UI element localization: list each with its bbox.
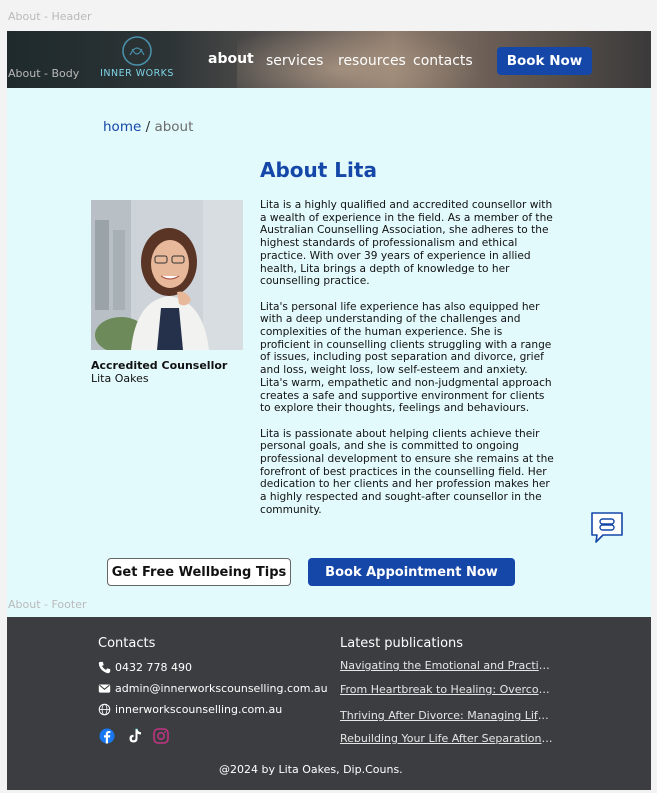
contacts-heading: Contacts <box>98 636 156 651</box>
publication-link[interactable]: Navigating the Emotional and Practical C… <box>340 659 554 672</box>
page-body: home / about About Lita Accredited Couns… <box>7 88 651 617</box>
breadcrumb: home / about <box>103 119 193 135</box>
publication-link[interactable]: From Heartbreak to Healing: Overcoming G… <box>340 683 554 696</box>
bio-paragraph: Lita's personal life experience has also… <box>260 300 552 415</box>
breadcrumb-separator: / <box>145 119 151 135</box>
nav-about[interactable]: about <box>208 51 254 67</box>
logo-icon <box>122 36 152 66</box>
mail-icon <box>98 684 111 693</box>
globe-icon <box>98 703 111 716</box>
nav-resources[interactable]: resources <box>338 53 406 69</box>
website-url: innerworkscounselling.com.au <box>115 703 283 716</box>
profile-name: Lita Oakes <box>91 372 149 385</box>
breadcrumb-home-link[interactable]: home <box>103 119 141 135</box>
phone-icon <box>98 661 111 674</box>
logo[interactable]: INNER WORKS <box>97 35 177 79</box>
frame-label-header: About - Header <box>8 10 92 23</box>
tiktok-icon[interactable] <box>126 728 142 744</box>
site-header: INNER WORKS about services resources con… <box>7 31 651 88</box>
profile-role: Accredited Counsellor <box>91 359 228 372</box>
publications-heading: Latest publications <box>340 636 464 651</box>
email-contact[interactable]: admin@innerworkscounselling.com.au <box>98 682 328 695</box>
bio-paragraph: Lita is passionate about helping clients… <box>260 427 554 516</box>
phone-contact[interactable]: 0432 778 490 <box>98 661 192 674</box>
publication-link[interactable]: Rebuilding Your Life After Separation: A… <box>340 732 554 745</box>
frame-label-body: About - Body <box>8 67 80 80</box>
book-now-button[interactable]: Book Now <box>497 47 592 75</box>
breadcrumb-current: about <box>154 119 194 135</box>
chat-icon[interactable] <box>589 509 625 545</box>
frame-label-footer: About - Footer <box>8 598 87 611</box>
nav-contacts[interactable]: contacts <box>413 53 473 69</box>
book-appointment-button[interactable]: Book Appointment Now <box>308 558 515 586</box>
bio-paragraph: Lita is a highly qualified and accredite… <box>260 199 553 288</box>
profile-photo <box>91 200 243 350</box>
facebook-icon[interactable] <box>99 728 115 744</box>
site-footer: Contacts 0432 778 490 admin@innerworksco… <box>7 617 651 790</box>
instagram-icon[interactable] <box>153 728 169 744</box>
nav-services[interactable]: services <box>266 53 323 69</box>
wellbeing-tips-button[interactable]: Get Free Wellbeing Tips <box>107 558 291 586</box>
page-title: About Lita <box>260 158 377 182</box>
phone-number: 0432 778 490 <box>115 661 192 674</box>
website-contact[interactable]: innerworkscounselling.com.au <box>98 703 282 716</box>
email-address: admin@innerworkscounselling.com.au <box>115 682 328 695</box>
logo-text: INNER WORKS <box>100 68 174 79</box>
bio-text: Lita is a highly qualified and accredite… <box>260 199 555 529</box>
publication-link[interactable]: Thriving After Divorce: Managing Life Ch… <box>340 709 554 722</box>
copyright-text: @2024 by Lita Oakes, Dip.Couns. <box>219 763 403 776</box>
